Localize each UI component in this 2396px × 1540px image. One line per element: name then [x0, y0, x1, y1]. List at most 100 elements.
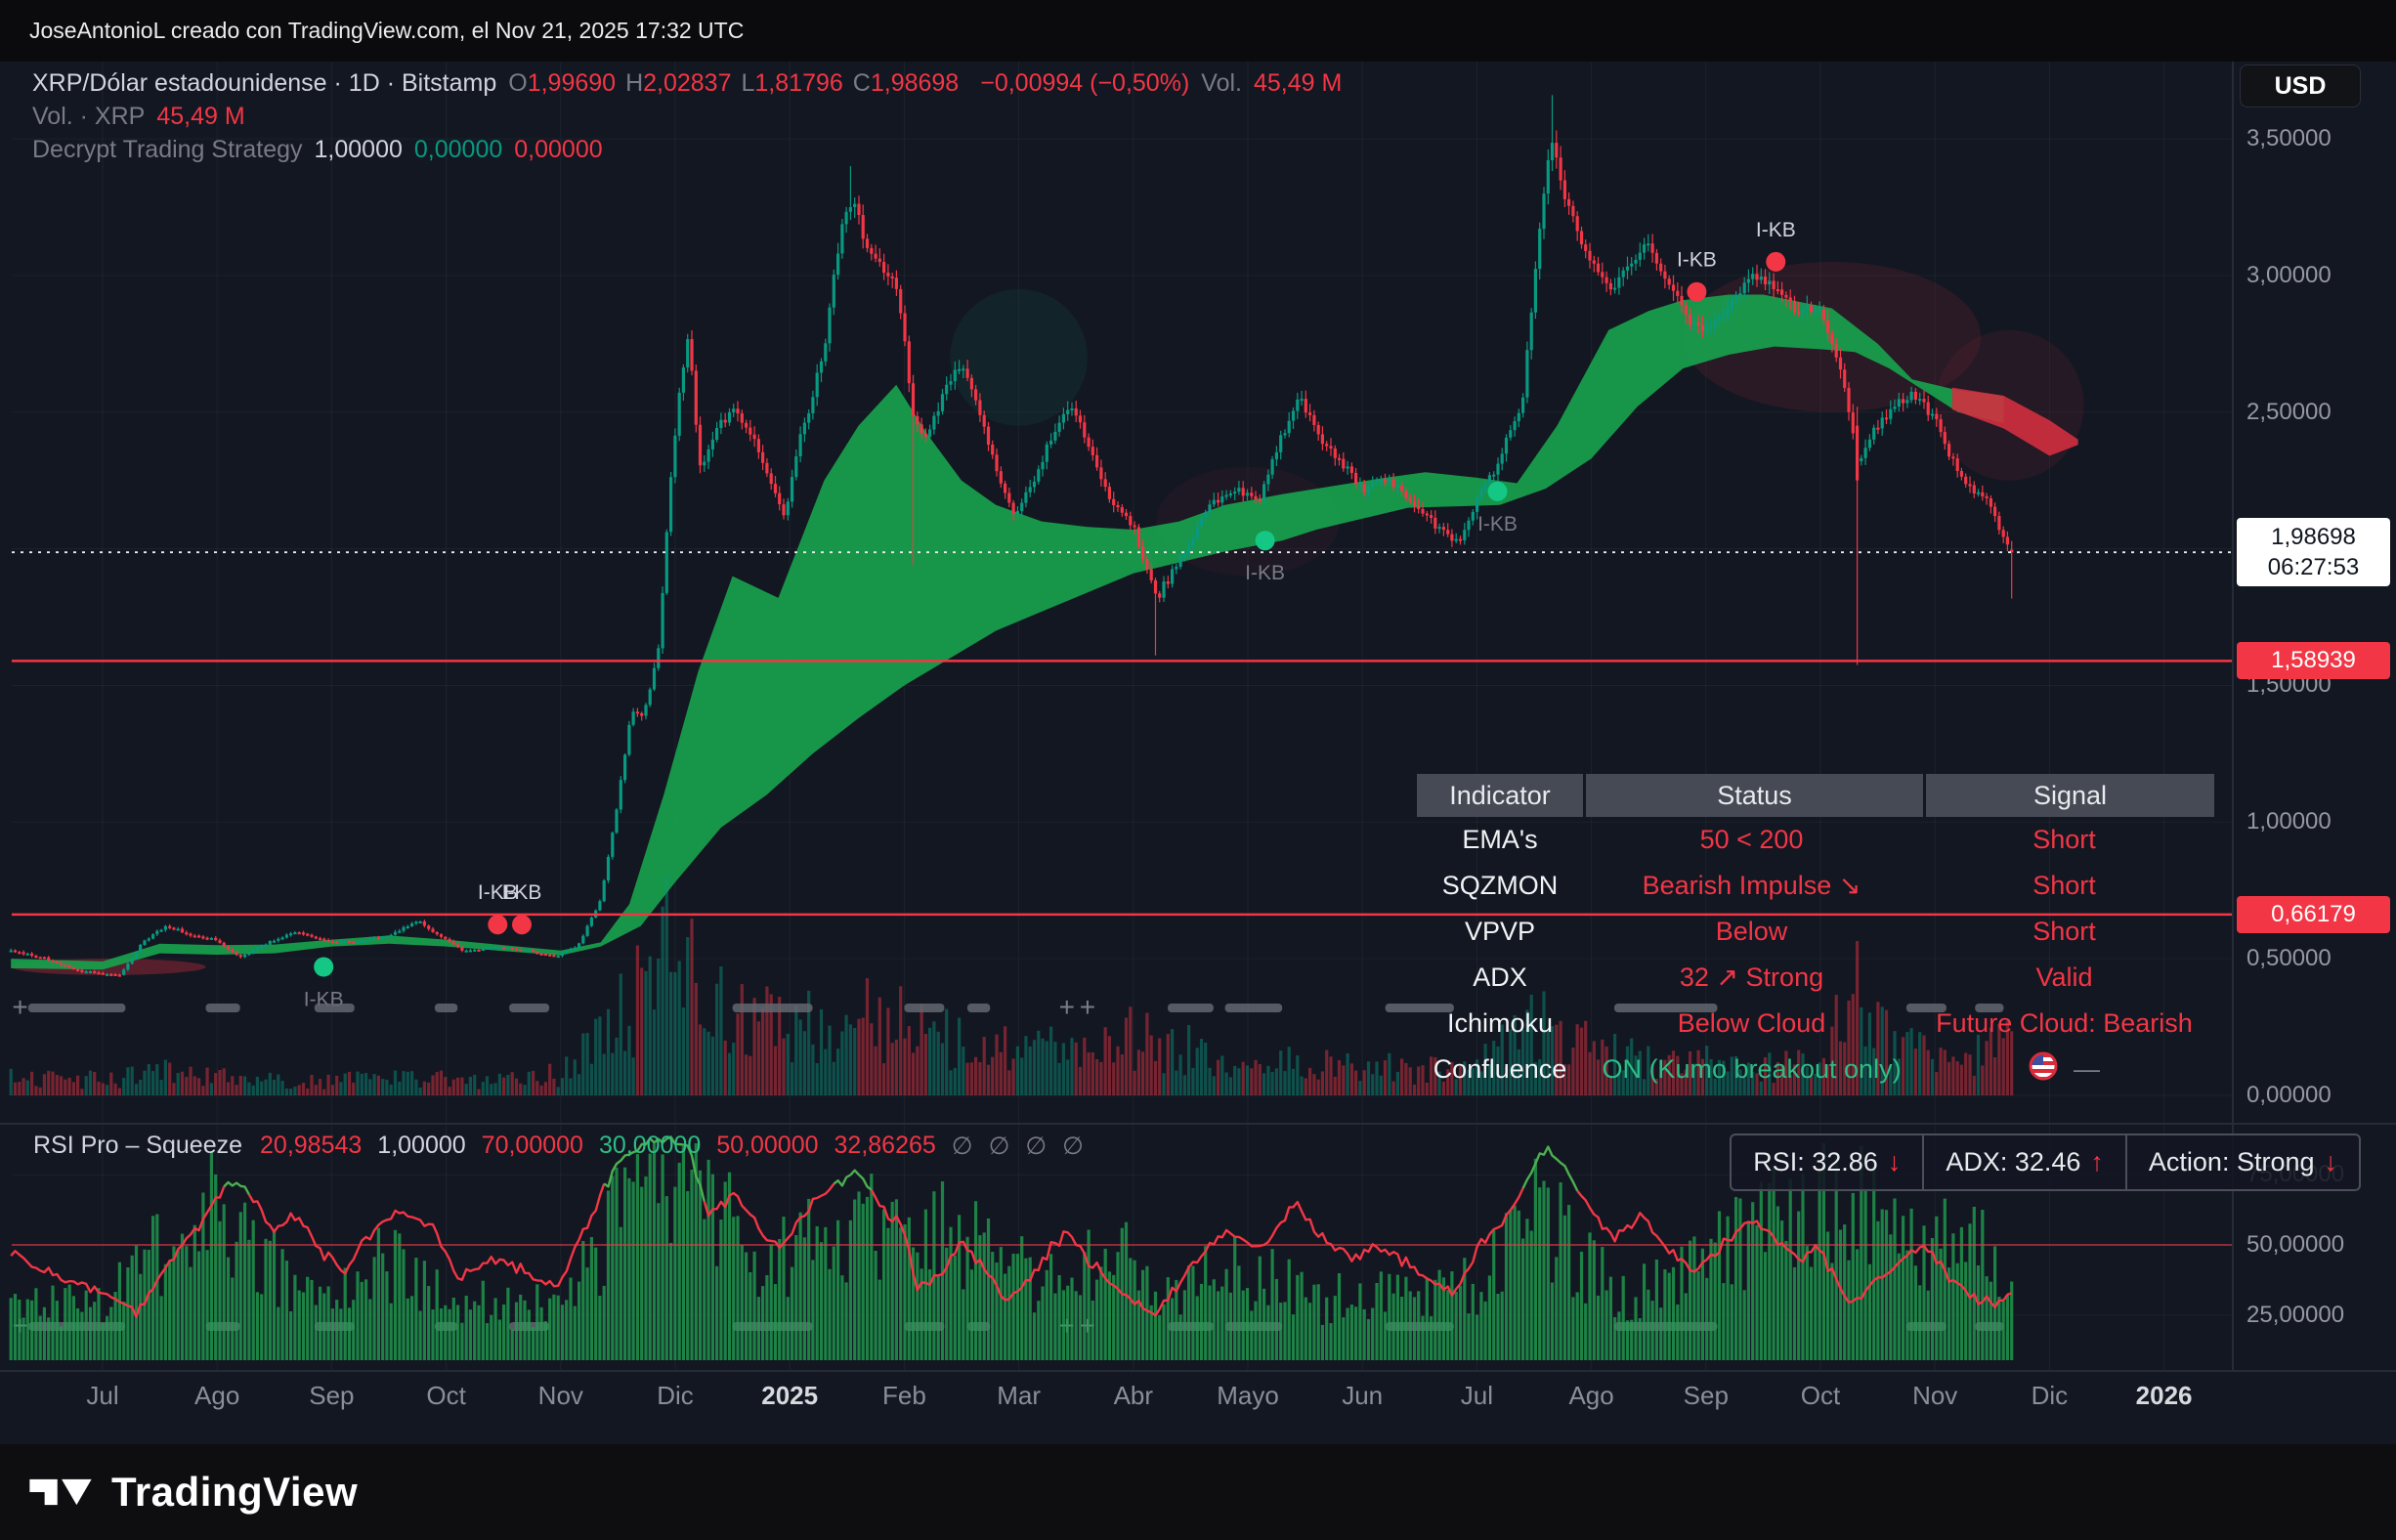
time-axis-label: 2026: [2136, 1381, 2193, 1411]
time-axis-label: Feb: [882, 1381, 926, 1411]
rsi-badge-cell: RSI: 32.86↓: [1732, 1135, 1922, 1189]
strategy-title[interactable]: Decrypt Trading Strategy: [32, 133, 303, 166]
rsi-badge-cell: Action: Strong↓: [2125, 1135, 2359, 1189]
ohlc-key: C: [853, 69, 871, 97]
signal-label: I-KB: [502, 881, 542, 904]
table-cell-status: ON (Kumo breakout only): [1583, 1054, 1920, 1085]
price-level-tag: 1,58939: [2237, 642, 2390, 679]
signal-text: Short: [2032, 825, 2096, 855]
price-change: −0,00994 (−0,50%): [980, 66, 1189, 100]
attribution-bar: JoseAntonioL creado con TradingView.com,…: [0, 0, 2396, 62]
table-cell-status: Below: [1583, 917, 1920, 947]
tradingview-chart-screenshot: I-KBI-KBI-KBI-KBI-KBI-KBI-KB++++++ JoseA…: [0, 0, 2396, 1540]
tradingview-logo-icon[interactable]: [29, 1469, 92, 1516]
us-flag-icon: [2029, 1051, 2058, 1088]
ohlc-value: 1,98698: [871, 69, 959, 97]
time-axis-label: Oct: [1801, 1381, 1840, 1411]
rsi-badge-text: ADX: 32.46: [1946, 1147, 2080, 1177]
table-cell-signal: Short: [1920, 871, 2208, 901]
signal-dot-marker: [1488, 482, 1508, 501]
table-cell-indicator: EMA's: [1417, 825, 1583, 855]
time-axis-label: Jun: [1342, 1381, 1383, 1411]
table-row: ADX32 ↗ StrongValid: [1417, 955, 2208, 1001]
price-level-tag: 0,66179: [2237, 896, 2390, 933]
ohlc-key: H: [625, 69, 643, 97]
table-cell-indicator: SQZMON: [1417, 871, 1583, 901]
svg-text:+: +: [12, 992, 27, 1022]
rsi-badge-text: Action: Strong: [2149, 1147, 2315, 1177]
rsi-badge-arrow-icon: ↑: [2090, 1147, 2104, 1177]
signal-dot-marker: [488, 915, 507, 934]
last-price-tag: 1,98698 06:27:53: [2237, 518, 2390, 586]
rsi-study-title[interactable]: RSI Pro – Squeeze: [33, 1132, 242, 1160]
time-axis-label: Jul: [86, 1381, 118, 1411]
time-axis-label: Dic: [657, 1381, 694, 1411]
indicator-table-body: EMA's50 < 200ShortSQZMONBearish Impulse …: [1417, 817, 2208, 1092]
signal-text: Valid: [2035, 962, 2092, 993]
volume-study-label[interactable]: Vol. · XRP: [32, 100, 145, 133]
table-cell-signal: Valid: [1920, 962, 2208, 993]
rsi-legend-value: 30,00000: [599, 1132, 701, 1161]
time-axis-label: Oct: [426, 1381, 465, 1411]
table-cell-indicator: VPVP: [1417, 917, 1583, 947]
rsi-legend-value: ∅: [1062, 1132, 1084, 1161]
rsi-legend-value: 20,98543: [260, 1132, 362, 1161]
attribution-text: JoseAntonioL creado con TradingView.com,…: [29, 18, 744, 44]
rsi-legend-value: ∅: [1025, 1132, 1047, 1161]
strategy-value-3: 0,00000: [514, 133, 602, 166]
ohlc-value: 1,81796: [754, 69, 842, 97]
rsi-legend-value: 1,00000: [377, 1132, 465, 1161]
ohlc-value: 1,99690: [528, 69, 616, 97]
tradingview-brand-text[interactable]: TradingView: [111, 1469, 358, 1516]
time-axis-label: Sep: [309, 1381, 354, 1411]
time-axis-label: Abr: [1114, 1381, 1153, 1411]
table-cell-signal: —: [1920, 1051, 2208, 1088]
time-axis-label: 2025: [761, 1381, 818, 1411]
indicator-table-header: IndicatorStatusSignal: [1417, 774, 2208, 817]
table-cell-signal: Short: [1920, 917, 2208, 947]
signal-dot-marker: [512, 915, 532, 934]
indicator-table: IndicatorStatusSignal EMA's50 < 200Short…: [1417, 774, 2208, 1092]
signal-label: I-KB: [1245, 562, 1285, 584]
last-price-value: 1,98698: [2271, 522, 2356, 552]
price-axis-label: 1,00000: [2246, 808, 2332, 835]
time-axis-label: Sep: [1684, 1381, 1729, 1411]
time-axis-label: Dic: [2032, 1381, 2069, 1411]
price-axis-label: 3,50000: [2246, 125, 2332, 152]
table-cell-signal: Short: [1920, 825, 2208, 855]
strategy-value-2: 0,00000: [414, 133, 502, 166]
table-cell-status: Bearish Impulse ↘: [1583, 871, 1920, 901]
chart-canvas[interactable]: I-KBI-KBI-KBI-KBI-KBI-KBI-KB++++++: [0, 0, 2396, 1540]
currency-toggle-button[interactable]: USD: [2240, 64, 2361, 107]
table-cell-status: 50 < 200: [1583, 825, 1920, 855]
rsi-legend-value: 32,86265: [834, 1132, 936, 1161]
price-axis-label: 0,50000: [2246, 945, 2332, 972]
table-header-cell: Indicator: [1417, 774, 1583, 817]
signal-text: Future Cloud: Bearish: [1936, 1008, 2193, 1039]
bar-countdown: 06:27:53: [2268, 552, 2359, 582]
signal-label: I-KB: [1677, 249, 1717, 272]
ohlc-key: L: [742, 69, 755, 97]
signal-label: I-KB: [1477, 513, 1518, 535]
price-axis-label: 3,00000: [2246, 262, 2332, 289]
table-cell-status: 32 ↗ Strong: [1583, 962, 1920, 993]
ohlc-value: 2,02837: [643, 69, 731, 97]
ohlc-values: O1,99690 H2,02837 L1,81796 C1,98698: [508, 66, 968, 100]
time-axis-label: Nov: [538, 1381, 583, 1411]
ohlc-pair: O1,99690: [508, 69, 616, 97]
ohlc-pair: L1,81796: [742, 69, 843, 97]
rsi-legend: RSI Pro – Squeeze 20,98543 1,00000 70,0000…: [33, 1132, 1084, 1161]
time-axis-label: Mar: [997, 1381, 1041, 1411]
signal-dash: —: [2074, 1054, 2100, 1085]
volume-study-value: 45,49 M: [156, 100, 244, 133]
symbol-title[interactable]: XRP/Dólar estadounidense · 1D · Bitstamp: [32, 66, 496, 100]
rsi-study-values: 20,985431,0000070,0000030,0000050,000003…: [260, 1132, 1084, 1161]
rsi-status-badge: RSI: 32.86↓ADX: 32.46↑Action: Strong↓: [1730, 1134, 2361, 1191]
rsi-badge-arrow-icon: ↓: [1888, 1147, 1902, 1177]
rsi-legend-value: 70,00000: [482, 1132, 583, 1161]
table-cell-indicator: Confluence: [1417, 1054, 1583, 1085]
signal-dot-marker: [1256, 531, 1275, 550]
table-cell-status: Below Cloud: [1583, 1008, 1920, 1039]
table-header-cell: Signal: [1926, 774, 2214, 817]
table-row: ConfluenceON (Kumo breakout only) —: [1417, 1047, 2208, 1092]
